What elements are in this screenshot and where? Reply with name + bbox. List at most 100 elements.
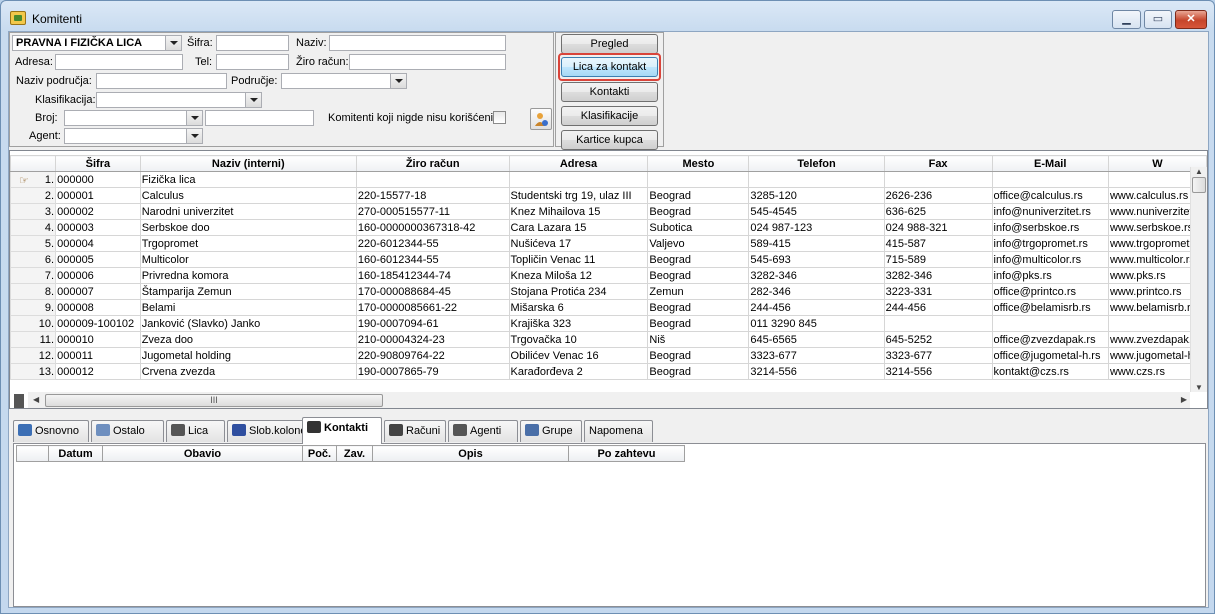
scroll-down-icon[interactable]: ▼ <box>1195 383 1203 392</box>
row-number[interactable]: 13. <box>10 363 57 380</box>
type-select[interactable]: PRAVNA I FIZIČKA LICA <box>12 35 182 51</box>
cell-sifra[interactable]: 000009-100102 <box>55 315 141 332</box>
tab-ra-uni[interactable]: Računi <box>384 420 446 442</box>
cell-email[interactable]: info@trgopromet.rs <box>991 235 1109 252</box>
cell-mesto[interactable]: Niš <box>647 331 750 348</box>
chevron-down-icon[interactable] <box>186 111 202 125</box>
cell-mesto[interactable]: Beograd <box>647 251 750 268</box>
cell-tel[interactable]: 545-693 <box>748 251 885 268</box>
table-row[interactable]: 8. 000007 Štamparija Zemun 170-000088684-45… <box>10 283 1207 300</box>
cell-fax[interactable]: 415-587 <box>883 235 993 252</box>
cell-adresa[interactable]: Cara Lazara 15 <box>508 219 649 236</box>
table-row[interactable]: 5. 000004 Trgopromet 220-6012344-55 Nušićeva… <box>10 235 1207 252</box>
cell-adresa[interactable]: Obilićev Venac 16 <box>508 347 649 364</box>
cell-ziro[interactable]: 170-0000085661-22 <box>355 299 510 316</box>
cell-sifra[interactable]: 000004 <box>55 235 141 252</box>
naziv-podrucja-input[interactable] <box>96 73 227 89</box>
table-row[interactable]: 2. 000001 Calculus 220-15577-18 Studentski t… <box>10 187 1207 204</box>
cell-naziv[interactable]: Crvena zvezda <box>139 363 357 380</box>
column-header[interactable]: Telefon <box>748 155 885 172</box>
tab-napomena[interactable]: Napomena <box>584 420 653 442</box>
cell-ziro[interactable]: 220-90809764-22 <box>355 347 510 364</box>
table-row[interactable]: 13. 000012 Crvena zvezda 190-0007865-79 Kara… <box>10 363 1207 380</box>
tab-grupe[interactable]: Grupe <box>520 420 582 442</box>
cell-fax[interactable]: 715-589 <box>883 251 993 268</box>
cell-mesto[interactable]: Subotica <box>647 219 750 236</box>
cell-email[interactable]: info@nuniverzitet.rs <box>991 203 1109 220</box>
sifra-input[interactable] <box>216 35 289 51</box>
lica-za-kontakt-button[interactable]: Lica za kontakt <box>561 57 658 77</box>
cell-email[interactable]: office@jugometal-h.rs <box>991 347 1109 364</box>
cell-naziv[interactable]: Calculus <box>139 187 357 204</box>
tab-slob-kolone[interactable]: Slob.kolone <box>227 420 314 442</box>
broj-select[interactable] <box>64 110 203 126</box>
minimize-button[interactable]: ▁ <box>1112 10 1141 29</box>
row-number[interactable]: 10. <box>10 315 57 332</box>
cell-adresa[interactable]: Topličin Venac 11 <box>508 251 649 268</box>
cell-naziv[interactable]: Serbskoe doo <box>139 219 357 236</box>
vertical-scrollbar[interactable]: ▲ ▼ <box>1190 167 1207 392</box>
cell-naziv[interactable]: Multicolor <box>139 251 357 268</box>
adresa-input[interactable] <box>55 54 183 70</box>
cell-sifra[interactable]: 000005 <box>55 251 141 268</box>
column-header[interactable]: Opis <box>372 445 569 462</box>
chevron-down-icon[interactable] <box>186 129 202 143</box>
tab-osnovno[interactable]: Osnovno <box>13 420 89 442</box>
cell-sifra[interactable]: 000000 <box>55 171 141 188</box>
column-header[interactable]: Šifra <box>55 155 141 172</box>
cell-naziv[interactable]: Trgopromet <box>139 235 357 252</box>
cell-sifra[interactable]: 000006 <box>55 267 141 284</box>
kontakti-button[interactable]: Kontakti <box>561 82 658 102</box>
cell-tel[interactable]: 024 987-123 <box>748 219 885 236</box>
cell-adresa[interactable]: Trgovačka 10 <box>508 331 649 348</box>
table-row[interactable]: 6. 000005 Multicolor 160-6012344-55 Topličin… <box>10 251 1207 268</box>
kartice-kupca-button[interactable]: Kartice kupca <box>561 130 658 150</box>
cell-naziv[interactable]: Zveza doo <box>139 331 357 348</box>
cell-tel[interactable]: 3282-346 <box>748 267 885 284</box>
naziv-input[interactable] <box>329 35 506 51</box>
cell-mesto[interactable]: Valjevo <box>647 235 750 252</box>
column-header[interactable]: E-Mail <box>991 155 1109 172</box>
row-number[interactable]: 3. <box>10 203 57 220</box>
horizontal-scrollbar[interactable]: ◀ III ▶ <box>28 392 1190 408</box>
person-info-button[interactable] <box>530 108 552 130</box>
table-row[interactable]: 7. 000006 Privredna komora 160-185412344-74… <box>10 267 1207 284</box>
cell-fax[interactable]: 3214-556 <box>883 363 993 380</box>
cell-tel[interactable]: 3323-677 <box>748 347 885 364</box>
chevron-down-icon[interactable] <box>390 74 406 88</box>
cell-naziv[interactable]: Jugometal holding <box>139 347 357 364</box>
cell-naziv[interactable]: Fizička lica <box>139 171 357 188</box>
column-header[interactable]: Mesto <box>647 155 750 172</box>
cell-sifra[interactable]: 000002 <box>55 203 141 220</box>
scroll-right-icon[interactable]: ▶ <box>1181 395 1187 404</box>
cell-adresa[interactable]: Studentski trg 19, ulaz III <box>508 187 649 204</box>
column-header[interactable]: Poč. <box>302 445 337 462</box>
cell-mesto[interactable] <box>647 171 750 188</box>
column-header[interactable]: Naziv (interni) <box>139 155 357 172</box>
komitenti-grid[interactable]: Šifra Naziv (interni) Žiro račun Adresa … <box>9 150 1208 409</box>
cell-mesto[interactable]: Beograd <box>647 203 750 220</box>
cell-tel[interactable]: 3285-120 <box>748 187 885 204</box>
cell-fax[interactable]: 024 988-321 <box>883 219 993 236</box>
ziro-input[interactable] <box>349 54 506 70</box>
cell-fax[interactable]: 3223-331 <box>883 283 993 300</box>
cell-naziv[interactable]: Janković (Slavko) Janko <box>139 315 357 332</box>
cell-mesto[interactable]: Beograd <box>647 267 750 284</box>
cell-naziv[interactable]: Privredna komora <box>139 267 357 284</box>
cell-fax[interactable]: 636-625 <box>883 203 993 220</box>
table-row[interactable]: 11. 000010 Zveza doo 210-00004324-23 Trgovač… <box>10 331 1207 348</box>
cell-ziro[interactable]: 170-000088684-45 <box>355 283 510 300</box>
cell-ziro[interactable]: 220-6012344-55 <box>355 235 510 252</box>
cell-email[interactable]: office@calculus.rs <box>991 187 1109 204</box>
broj-input[interactable] <box>205 110 314 126</box>
row-number[interactable]: 4. <box>10 219 57 236</box>
table-row[interactable]: 9. 000008 Belami 170-0000085661-22 Mišarska … <box>10 299 1207 316</box>
cell-sifra[interactable]: 000011 <box>55 347 141 364</box>
cell-naziv[interactable]: Štamparija Zemun <box>139 283 357 300</box>
cell-ziro[interactable]: 220-15577-18 <box>355 187 510 204</box>
column-header[interactable]: Adresa <box>508 155 649 172</box>
podrucje-select[interactable] <box>281 73 407 89</box>
column-header[interactable]: Žiro račun <box>355 155 510 172</box>
row-number[interactable]: 9. <box>10 299 57 316</box>
unused-checkbox[interactable] <box>493 111 506 124</box>
